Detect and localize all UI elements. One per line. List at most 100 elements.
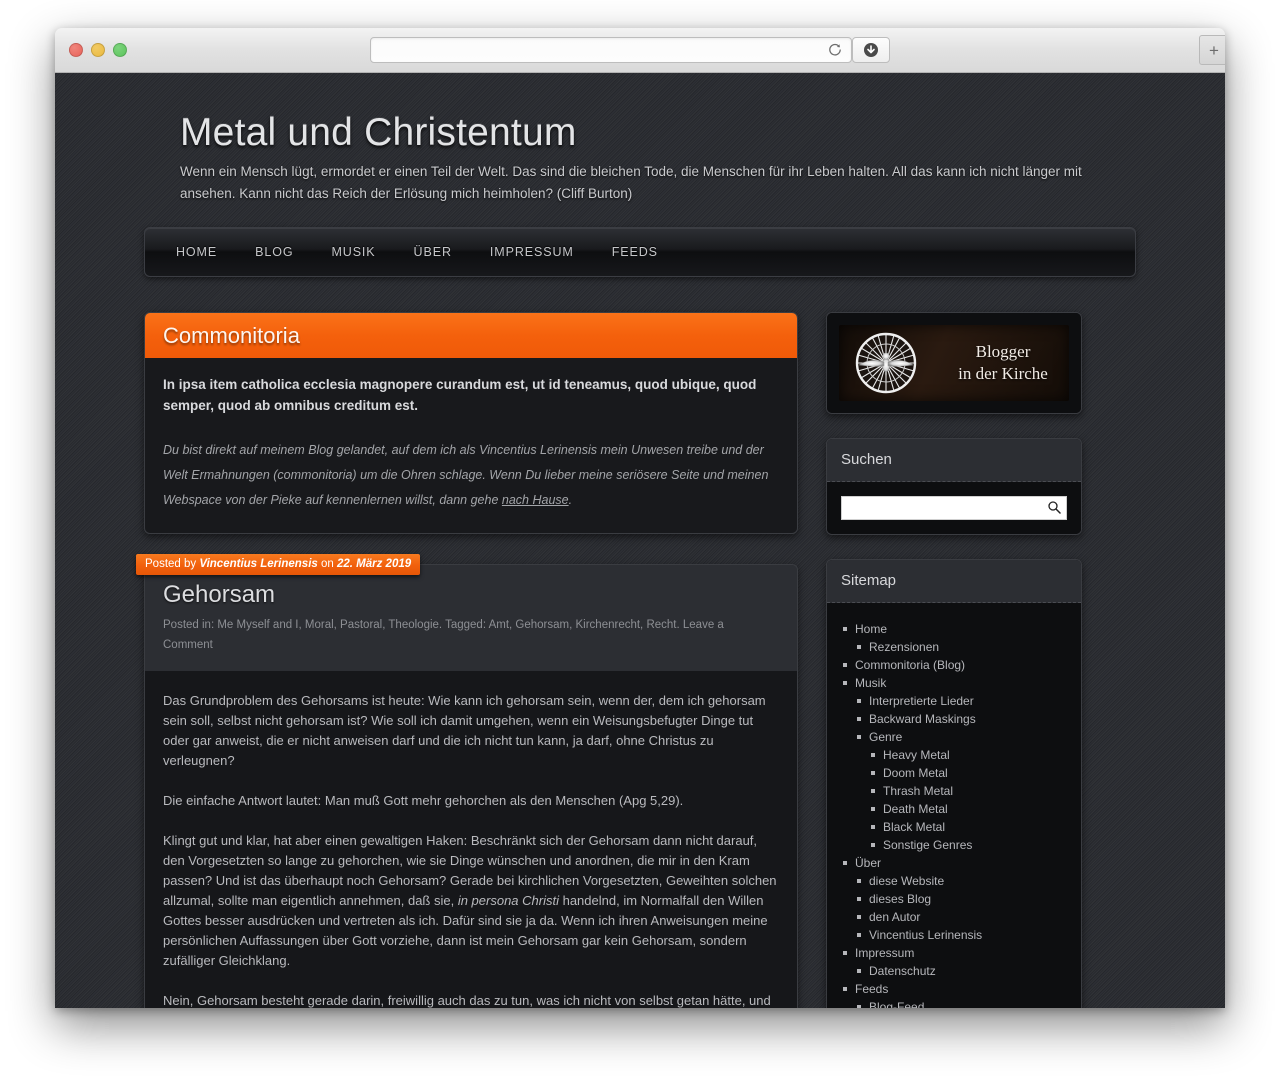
sitemap-item[interactable]: Sonstige Genres — [869, 837, 1067, 854]
nav-item-feeds[interactable]: FEEDS — [593, 229, 677, 275]
blogger-in-der-kirche-badge[interactable]: Blogger in der Kirche — [839, 325, 1069, 401]
nav-item-musik[interactable]: MUSIK — [312, 229, 394, 275]
post-header: Gehorsam Posted in: Me Myself and I, Mor… — [145, 565, 797, 671]
sitemap-item-label: dieses Blog — [869, 892, 932, 906]
commonitoria-desc-before: Du bist direkt auf meinem Blog gelandet,… — [163, 443, 769, 507]
post-paragraph-1: Das Grundproblem des Gehorsams ist heute… — [163, 693, 766, 768]
nav-item-blog[interactable]: BLOG — [236, 229, 312, 275]
sitemap-item-label: Musik — [855, 676, 887, 690]
commonitoria-header: Commonitoria — [145, 313, 797, 358]
sitemap-item-label: Impressum — [855, 946, 915, 960]
badge-text: Blogger in der Kirche — [937, 341, 1069, 385]
nav-item-home[interactable]: HOME — [157, 229, 236, 275]
sitemap-widget: Sitemap Home Rezensionen Commonitoria (Blo… — [826, 559, 1082, 1008]
post-body: Das Grundproblem des Gehorsams ist heute… — [145, 671, 797, 1008]
ribbon-author[interactable]: Vincentius Lerinensis — [199, 558, 317, 570]
sitemap-widget-header: Sitemap — [827, 560, 1081, 603]
post-title[interactable]: Gehorsam — [163, 581, 779, 609]
sitemap-item[interactable]: Black Metal — [869, 819, 1067, 836]
sitemap-item-label: Black Metal — [883, 820, 946, 834]
nav-item-ueber[interactable]: ÜBER — [395, 229, 471, 275]
page-container: Metal und Christentum Wenn ein Mensch lü… — [136, 73, 1136, 1008]
sitemap-item[interactable]: Heavy Metal — [869, 747, 1067, 764]
maximize-window-button[interactable] — [113, 43, 127, 57]
main-content-column: Commonitoria In ipsa item catholica eccl… — [136, 312, 798, 1008]
commonitoria-desc-after: . — [568, 493, 573, 507]
site-tagline: Wenn ein Mensch lügt, ermordet er einen … — [180, 164, 1082, 201]
sitemap-item[interactable]: Commonitoria (Blog) — [841, 657, 1067, 674]
sitemap-item-label: Rezensionen — [869, 640, 940, 654]
minimize-window-button[interactable] — [91, 43, 105, 57]
new-tab-label: + — [1209, 40, 1219, 60]
sitemap-item[interactable]: Datenschutz — [855, 963, 1067, 980]
sitemap-item-label: Death Metal — [883, 802, 948, 816]
sitemap-item[interactable]: Impressum — [841, 945, 1067, 962]
nav-item-impressum[interactable]: IMPRESSUM — [471, 229, 593, 275]
content-columns: Commonitoria In ipsa item catholica eccl… — [136, 312, 1136, 1008]
search-input[interactable] — [842, 497, 1066, 519]
badge-line-1: Blogger — [975, 342, 1031, 361]
page-viewport: Metal und Christentum Wenn ein Mensch lü… — [55, 73, 1225, 1008]
post-paragraph-3: Klingt gut und klar, hat aber einen gewa… — [163, 831, 779, 971]
sitemap-item[interactable]: Rezensionen — [855, 639, 1067, 656]
download-icon — [864, 43, 878, 57]
sitemap-item-label: Backward Maskings — [869, 712, 976, 726]
sitemap-item[interactable]: Genre — [855, 729, 1067, 746]
sitemap-item[interactable]: Home — [841, 621, 1067, 638]
sitemap-item[interactable]: Feeds — [841, 981, 1067, 998]
ribbon-on: on — [317, 558, 337, 570]
sitemap-item[interactable]: Über — [841, 855, 1067, 872]
sidebar-column: Blogger in der Kirche Suchen Sitemap Hom… — [826, 312, 1082, 1008]
post-taxonomy[interactable]: Posted in: Me Myself and I, Moral, Pasto… — [163, 615, 753, 655]
commonitoria-lead-text: In ipsa item catholica ecclesia magnoper… — [163, 377, 757, 413]
post-meta-ribbon: Posted by Vincentius Lerinensis on 22. M… — [136, 554, 421, 575]
address-bar[interactable] — [370, 37, 852, 63]
badge-line-2: in der Kirche — [958, 364, 1048, 383]
ribbon-date: 22. März 2019 — [336, 558, 412, 570]
sitemap-item[interactable]: Blog-Feed — [855, 999, 1067, 1008]
window-controls — [69, 43, 127, 57]
search-widget: Suchen — [826, 438, 1082, 535]
main-navigation: HOME BLOG MUSIK ÜBER IMPRESSUM FEEDS — [144, 227, 1136, 277]
badge-widget: Blogger in der Kirche — [826, 312, 1082, 414]
new-tab-button[interactable]: + — [1199, 35, 1225, 65]
sitemap-item-label: Datenschutz — [869, 964, 936, 978]
sitemap-item[interactable]: Backward Maskings — [855, 711, 1067, 728]
close-window-button[interactable] — [69, 43, 83, 57]
sitemap-item-label: Thrash Metal — [883, 784, 954, 798]
download-button[interactable] — [852, 37, 890, 63]
commonitoria-panel: Commonitoria In ipsa item catholica eccl… — [144, 312, 798, 534]
sitemap-item-label: den Autor — [869, 910, 921, 924]
sitemap-item[interactable]: Vincentius Lerinensis — [855, 927, 1067, 944]
sitemap-item[interactable]: Musik — [841, 675, 1067, 692]
sitemap-item-label: Commonitoria (Blog) — [855, 658, 966, 672]
dove-emblem-icon — [855, 332, 917, 394]
browser-titlebar: + — [55, 28, 1225, 73]
reload-icon[interactable] — [827, 42, 843, 58]
sitemap-item-label: Home — [855, 622, 888, 636]
search-widget-title: Suchen — [841, 451, 892, 468]
sitemap-item[interactable]: Death Metal — [869, 801, 1067, 818]
sitemap-item-label: Doom Metal — [883, 766, 948, 780]
sitemap-item[interactable]: dieses Blog — [855, 891, 1067, 908]
ribbon-posted-by: Posted by — [145, 558, 200, 570]
sitemap-item-label: diese Website — [869, 874, 945, 888]
sitemap-item[interactable]: Interpretierte Lieder — [855, 693, 1067, 710]
sitemap-item[interactable]: Doom Metal — [869, 765, 1067, 782]
search-icon — [1048, 501, 1061, 514]
nach-hause-link[interactable]: nach Hause — [502, 493, 569, 507]
sitemap-item-label: Feeds — [855, 982, 889, 996]
sitemap-item[interactable]: Thrash Metal — [869, 783, 1067, 800]
sitemap-widget-title: Sitemap — [841, 572, 897, 589]
sitemap-item-label: Über — [855, 856, 882, 870]
site-title: Metal und Christentum — [180, 111, 577, 154]
commonitoria-description: Du bist direkt auf meinem Blog gelandet,… — [163, 438, 779, 513]
search-form — [841, 496, 1067, 520]
commonitoria-body: In ipsa item catholica ecclesia magnoper… — [145, 358, 797, 533]
sitemap-item[interactable]: diese Website — [855, 873, 1067, 890]
sitemap-item[interactable]: den Autor — [855, 909, 1067, 926]
post-paragraph-3-italic: in persona Christi — [457, 893, 559, 908]
search-submit-button[interactable] — [1046, 500, 1062, 516]
sitemap-item-label: Vincentius Lerinensis — [869, 928, 983, 942]
sitemap-item-label: Interpretierte Lieder — [869, 694, 974, 708]
